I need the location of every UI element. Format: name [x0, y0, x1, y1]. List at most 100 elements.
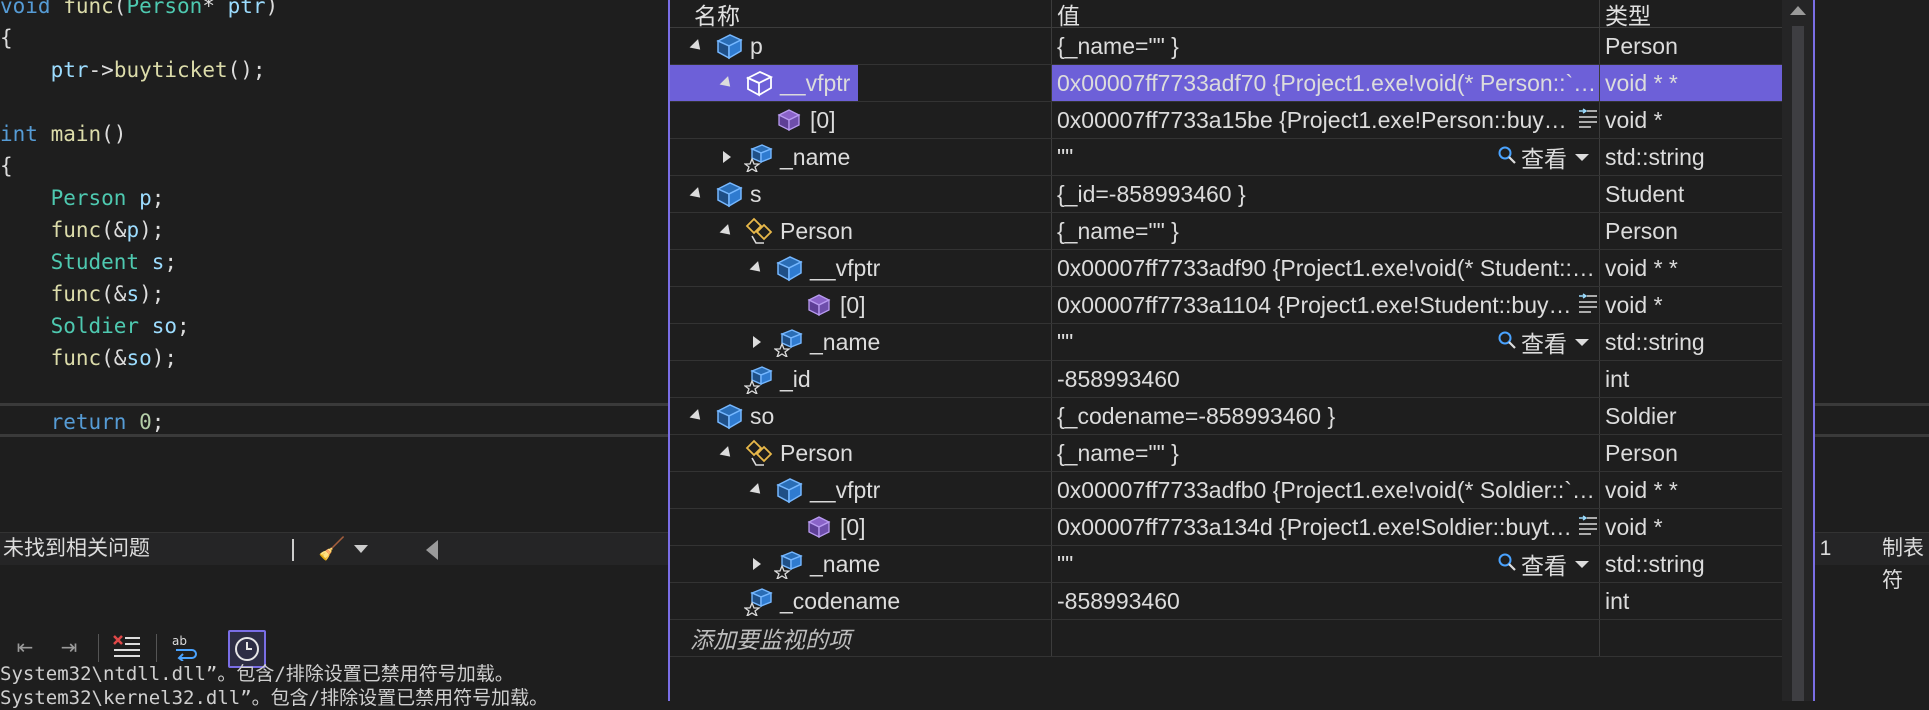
collapse-icon[interactable] [750, 483, 764, 497]
scrollbar-thumb[interactable] [1792, 26, 1804, 701]
tab-setting-label[interactable]: 制表符 [1882, 533, 1929, 597]
watch-type-cell: int [1605, 587, 1630, 614]
code-line[interactable]: { [0, 150, 13, 182]
watch-name-box: so [670, 398, 782, 434]
watch-row[interactable]: [0] 0x00007ff7733a15be {Project1.exe!Pers… [670, 102, 1782, 139]
watch-row[interactable]: Person {_name="" } Person [670, 435, 1782, 472]
watch-row[interactable]: p {_name="" } Person [670, 28, 1782, 65]
class-icon [774, 475, 804, 505]
watch-type-cell: Soldier [1605, 402, 1677, 429]
next-message-icon[interactable]: ⇥ [52, 630, 86, 664]
code-line[interactable]: void func(Person* ptr) [0, 0, 278, 22]
code-line[interactable]: Student s; [0, 246, 177, 278]
code-cleanup-icon[interactable]: 🧹 [318, 537, 348, 561]
watch-type-cell: std::string [1605, 328, 1705, 355]
watch-value-cell[interactable]: {_name="" } [1052, 213, 1600, 249]
column-header-value[interactable]: 值 [1052, 0, 1600, 27]
watch-value-cell[interactable]: "" 查看 [1052, 546, 1600, 582]
view-dropdown-button[interactable]: 查看 [1497, 547, 1599, 581]
scroll-up-icon[interactable] [1790, 6, 1806, 15]
collapse-icon[interactable] [720, 76, 734, 90]
code-line[interactable]: func(&p); [0, 214, 165, 246]
watch-row[interactable]: [0] 0x00007ff7733a1104 {Project1.exe!Stud… [670, 287, 1782, 324]
clear-all-icon[interactable] [110, 630, 144, 664]
cleanup-dropdown-icon[interactable] [354, 545, 368, 553]
watch-row[interactable]: __vfptr 0x00007ff7733adf70 {Project1.exe!… [670, 65, 1782, 102]
visualizer-icon[interactable] [1577, 292, 1599, 318]
code-line[interactable]: func(&s); [0, 278, 165, 310]
watch-row[interactable]: _name "" 查看 std::string [670, 139, 1782, 176]
watch-row[interactable]: _name "" 查看 std::string [670, 546, 1782, 583]
watch-value: {_name="" } [1057, 32, 1179, 59]
watch-value-cell[interactable]: 0x00007ff7733a134d {Project1.exe!Soldier… [1052, 509, 1600, 545]
collapse-icon[interactable] [720, 224, 734, 238]
code-token: { [0, 154, 13, 178]
add-watch-row[interactable]: 添加要监视的项 [670, 620, 1782, 657]
watch-value-cell[interactable]: -858993460 [1052, 583, 1600, 619]
code-line[interactable]: { [0, 22, 13, 54]
expand-icon[interactable] [750, 557, 764, 571]
watch-value-cell[interactable]: {_name="" } [1052, 435, 1600, 471]
magnifier-icon [1497, 329, 1517, 356]
code-line[interactable]: int main() [0, 118, 126, 150]
watch-row[interactable]: [0] 0x00007ff7733a134d {Project1.exe!Sold… [670, 509, 1782, 546]
watch-value-cell[interactable]: 0x00007ff7733adf70 {Project1.exe!void(* … [1052, 65, 1600, 101]
watch-row[interactable]: __vfptr 0x00007ff7733adfb0 {Project1.exe!… [670, 472, 1782, 509]
watch-row[interactable]: _name "" 查看 std::string [670, 324, 1782, 361]
collapse-icon[interactable] [690, 187, 704, 201]
watch-value-cell[interactable]: 0x00007ff7733adfb0 {Project1.exe!void(* … [1052, 472, 1600, 508]
column-header-type[interactable]: 类型 [1600, 0, 1782, 28]
scroll-left-icon[interactable] [426, 540, 438, 560]
watch-name-cell: so [670, 398, 1052, 434]
visualizer-icon[interactable] [1577, 514, 1599, 540]
collapse-icon[interactable] [750, 261, 764, 275]
watch-value-cell[interactable]: 0x00007ff7733a1104 {Project1.exe!Student… [1052, 287, 1600, 323]
watch-value-cell[interactable]: -858993460 [1052, 361, 1600, 397]
expand-icon[interactable] [750, 335, 764, 349]
watch-row[interactable]: Person {_name="" } Person [670, 213, 1782, 250]
add-watch-placeholder[interactable]: 添加要监视的项 [670, 620, 1052, 656]
code-line[interactable]: Person p; [0, 182, 165, 214]
watch-name: _name [810, 328, 881, 355]
visualizer-icon[interactable] [1577, 107, 1599, 133]
view-dropdown-button[interactable]: 查看 [1497, 325, 1599, 359]
watch-value: -858993460 [1057, 587, 1180, 614]
code-token: Person [50, 186, 127, 210]
watch-value-cell[interactable]: {_codename=-858993460 } [1052, 398, 1600, 434]
watch-name-box: [0] [670, 287, 874, 323]
code-line[interactable]: Soldier so; [0, 310, 190, 342]
watch-value-cell[interactable]: 0x00007ff7733adf90 {Project1.exe!void(* … [1052, 250, 1600, 286]
collapse-icon[interactable] [690, 409, 704, 423]
word-wrap-icon[interactable]: ab [168, 630, 202, 664]
collapse-icon[interactable] [690, 39, 704, 53]
view-dropdown-button[interactable]: 查看 [1497, 140, 1599, 174]
watch-value-cell[interactable]: "" 查看 [1052, 139, 1600, 175]
watch-value-cell[interactable]: 0x00007ff7733a15be {Project1.exe!Person:… [1052, 102, 1600, 138]
watch-value-cell[interactable]: "" 查看 [1052, 324, 1600, 360]
watch-row[interactable]: _codename -858993460 int [670, 583, 1782, 620]
cube-icon [804, 290, 834, 320]
watch-row[interactable]: _id -858993460 int [670, 361, 1782, 398]
watch-row[interactable]: __vfptr 0x00007ff7733adf90 {Project1.exe!… [670, 250, 1782, 287]
expand-icon[interactable] [720, 150, 734, 164]
code-token: so [139, 314, 178, 338]
dropdown-arrow-icon [1575, 338, 1589, 346]
view-label: 查看 [1521, 331, 1567, 357]
code-line[interactable]: ptr->buyticket(); [0, 54, 266, 86]
code-line[interactable]: func(&so); [0, 342, 177, 374]
previous-message-icon[interactable]: ⇤ [8, 630, 42, 664]
watch-value-cell[interactable]: {_id=-858993460 } [1052, 176, 1600, 212]
column-header-name[interactable]: 名称 [670, 0, 1052, 27]
magnifier-icon [1497, 551, 1517, 578]
watch-window[interactable]: 名称 值 类型 p {_name="" } Person __vfptr 0x00007… [668, 0, 1815, 701]
watch-value-cell[interactable]: {_name="" } [1052, 28, 1600, 64]
watch-value: {_codename=-858993460 } [1057, 402, 1336, 429]
collapse-icon[interactable] [720, 446, 734, 460]
output-line: System32\kernel32.dll”。包含/排除设置已禁用符号加载。 [0, 687, 549, 709]
watch-row[interactable]: so {_codename=-858993460 } Soldier [670, 398, 1782, 435]
watch-row[interactable]: s {_id=-858993460 } Student [670, 176, 1782, 213]
watch-scrollbar[interactable] [1782, 0, 1813, 701]
